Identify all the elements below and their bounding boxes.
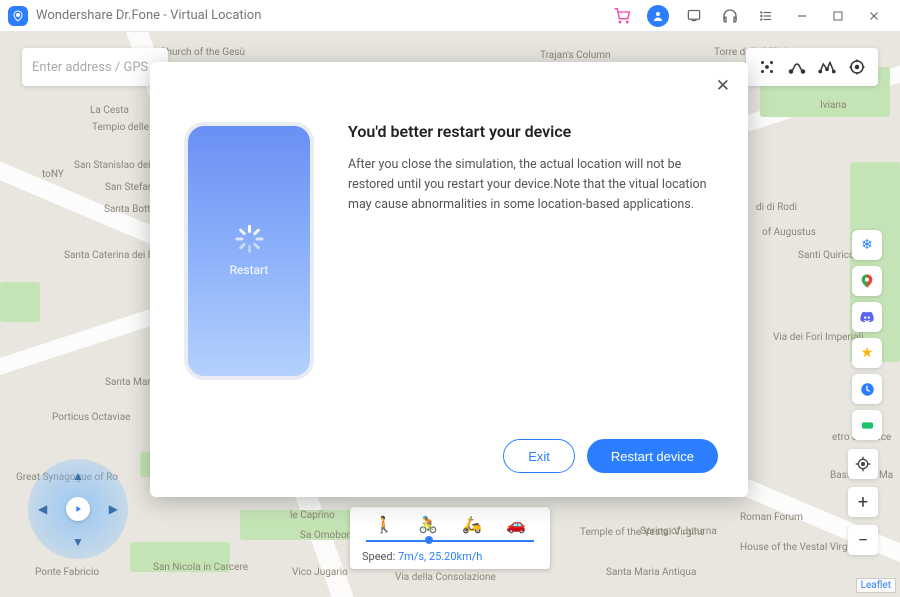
map-poi-label: Via dei Fori Imperiali <box>773 332 864 343</box>
search-input[interactable]: Enter address / GPS c <box>22 48 168 86</box>
scooter-mode-icon[interactable]: 🛵 <box>462 515 482 534</box>
joystick-down-icon[interactable]: ▼ <box>72 535 84 549</box>
map-poi-label: Roman Forum <box>740 512 803 523</box>
joystick-up-icon[interactable]: ▲ <box>72 469 84 483</box>
loading-spinner-icon <box>235 225 263 253</box>
joystick-left-icon[interactable]: ◀ <box>38 502 47 516</box>
map-poi-label: Ponte Fabricio <box>35 567 99 578</box>
speed-panel: 🚶 🚴 🛵 🚗 Speed: 7m/s, 25.20km/h <box>350 507 550 569</box>
snowflake-app-icon[interactable]: ❄ <box>852 230 882 260</box>
support-icon[interactable] <box>716 2 744 30</box>
map-poi-label: Iviana <box>820 100 846 111</box>
walk-mode-icon[interactable]: 🚶 <box>374 515 394 534</box>
map-poi-label: Spring of Juturna <box>640 526 717 537</box>
map-poi-label: Santi Quirico <box>798 250 855 261</box>
one-stop-mode-icon[interactable] <box>782 52 812 82</box>
map-poi-label: toNY <box>42 169 64 180</box>
close-button[interactable] <box>860 2 888 30</box>
map-poi-label: San Nicola in Carcere <box>153 562 248 573</box>
maximize-button[interactable] <box>824 2 852 30</box>
joystick-right-icon[interactable]: ▶ <box>109 502 118 516</box>
minimize-button[interactable] <box>788 2 816 30</box>
speed-slider[interactable] <box>366 540 534 542</box>
menu-icon[interactable] <box>752 2 780 30</box>
phone-illustration: Restart <box>184 122 314 380</box>
map-poi-label: Church of the Gesù <box>160 47 245 58</box>
restart-device-button[interactable]: Restart device <box>587 439 718 473</box>
joystick-play-button[interactable] <box>66 497 90 521</box>
modal-close-button[interactable]: ✕ <box>716 76 730 96</box>
movement-joystick[interactable]: ▲ ▼ ◀ ▶ <box>28 459 128 559</box>
center-location-button[interactable] <box>848 449 878 479</box>
leaflet-attribution[interactable]: Leaflet <box>856 578 896 593</box>
side-app-panel: ❄ ★ <box>852 230 882 440</box>
feedback-icon[interactable] <box>680 2 708 30</box>
car-mode-icon[interactable]: 🚗 <box>506 515 526 534</box>
title-bar: Wondershare Dr.Fone - Virtual Location <box>0 0 900 32</box>
zoom-controls: + − <box>848 449 878 555</box>
speed-label: Speed: <box>362 550 395 563</box>
restart-device-modal: ✕ Restart You'd better restart your devi… <box>150 62 748 497</box>
account-icon[interactable] <box>644 2 672 30</box>
map-poi-label: La Cesta <box>90 105 129 116</box>
google-maps-app-icon[interactable] <box>852 266 882 296</box>
map-poi-label: le Capŕino <box>290 510 335 521</box>
map-poi-label: di di Rodi <box>756 202 797 213</box>
jump-teleport-icon[interactable] <box>842 52 872 82</box>
bicycle-mode-icon[interactable]: 🚴 <box>418 515 438 534</box>
cart-icon[interactable] <box>608 2 636 30</box>
app-logo <box>8 6 28 26</box>
clock-app-icon[interactable] <box>852 374 882 404</box>
modal-body-text: After you close the simulation, the actu… <box>348 155 714 215</box>
mode-toolbar <box>746 48 878 86</box>
discord-app-icon[interactable] <box>852 302 882 332</box>
star-app-icon[interactable]: ★ <box>852 338 882 368</box>
modal-heading: You'd better restart your device <box>348 122 714 141</box>
map-poi-label: Santa Maria Antiqua <box>606 567 696 578</box>
teleport-mode-icon[interactable] <box>752 52 782 82</box>
map-poi-label: House of the Vestal Virgins <box>740 542 861 553</box>
multi-stop-mode-icon[interactable] <box>812 52 842 82</box>
zoom-in-button[interactable]: + <box>848 487 878 517</box>
app-title: Wondershare Dr.Fone - Virtual Location <box>36 8 261 23</box>
map-poi-label: Via della Consolazione <box>395 572 496 583</box>
exit-button[interactable]: Exit <box>503 439 575 473</box>
game-app-icon[interactable] <box>852 410 882 440</box>
map-poi-label: of Augustus <box>762 227 816 238</box>
map-poi-label: Porticus Octaviae <box>52 412 130 423</box>
map-poi-label: Vico Jugario <box>292 567 348 578</box>
speed-value: 7m/s, 25.20km/h <box>398 550 482 563</box>
map-poi-label: Trajan's Column <box>540 50 611 61</box>
search-placeholder: Enter address / GPS c <box>32 60 158 75</box>
zoom-out-button[interactable]: − <box>848 525 878 555</box>
phone-restart-label: Restart <box>230 263 269 277</box>
